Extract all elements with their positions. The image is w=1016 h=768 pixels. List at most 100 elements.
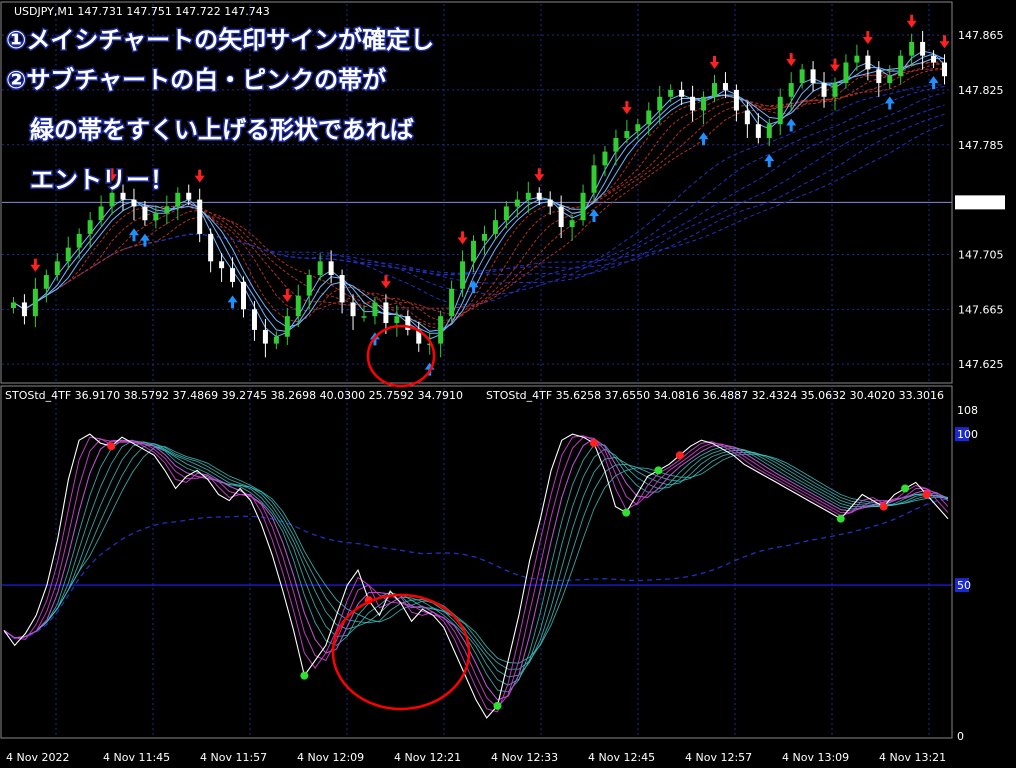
candle-body — [21, 302, 27, 317]
candle-body — [76, 233, 82, 248]
candle-body — [635, 124, 641, 132]
sub-y-tick-label: 50 — [957, 579, 971, 592]
candle-body — [328, 261, 334, 276]
x-tick-label: 4 Nov 12:33 — [491, 751, 558, 764]
y-tick-label: 147.743 — [958, 196, 1004, 209]
y-tick-label: 147.825 — [958, 84, 1004, 97]
candle-body — [931, 55, 937, 63]
sell-signal-dot — [879, 502, 888, 511]
sub-y-tick-label: 108 — [957, 404, 978, 417]
sell-signal-dot — [590, 439, 598, 448]
candle-body — [843, 62, 849, 84]
candle-body — [492, 220, 498, 234]
candle-body — [646, 110, 652, 125]
candle-body — [10, 302, 16, 308]
candle-body — [372, 302, 378, 317]
candle-body — [569, 220, 575, 228]
candle-body — [624, 131, 630, 138]
candle-body — [54, 261, 60, 276]
candle-body — [701, 96, 707, 111]
candle-body — [854, 55, 860, 63]
candle-body — [744, 110, 750, 125]
candle-body — [394, 316, 400, 324]
candle-body — [317, 261, 323, 276]
sub-y-tick-label: 100 — [957, 428, 978, 441]
candle-body — [547, 199, 553, 207]
candle-body — [306, 275, 312, 296]
candle-body — [87, 220, 93, 234]
candle-body — [668, 89, 674, 97]
candle-body — [536, 192, 542, 200]
candle-body — [208, 233, 214, 262]
y-tick-label: 147.785 — [958, 139, 1004, 152]
candle-body — [733, 89, 739, 111]
candle-body — [514, 199, 520, 207]
symbol-header: USDJPY,M1 147.731 147.751 147.722 147.74… — [14, 5, 270, 18]
candle-body — [43, 275, 49, 289]
y-tick-label: 147.665 — [958, 303, 1004, 316]
candle-body — [887, 76, 893, 84]
sub-y-tick-label: 0 — [957, 730, 964, 743]
x-tick-label: 4 Nov 12:57 — [685, 751, 752, 764]
candle-body — [197, 199, 203, 234]
candle-body — [920, 41, 926, 56]
candle-body — [865, 55, 871, 70]
candle-body — [230, 268, 236, 282]
candle-body — [679, 89, 685, 97]
candle-body — [109, 192, 115, 207]
x-tick-label: 4 Nov 12:09 — [297, 751, 364, 764]
candle-body — [186, 192, 192, 200]
price-chart: 147.865 147.825 147.785 147.743 147.705 147.6… — [0, 0, 1016, 768]
candle-body — [273, 336, 279, 344]
buy-signal-dot — [654, 466, 663, 475]
candle-body — [832, 83, 838, 97]
candle-body — [460, 261, 466, 289]
candle-body — [350, 302, 356, 317]
candle-body — [241, 281, 246, 310]
annotation-line-3: 緑の帯をすくい上げる形状であれば — [6, 116, 414, 144]
candle-body — [690, 96, 696, 111]
indicator-label-2: STOStd_4TF 35.6258 37.6550 34.0816 36.48… — [486, 389, 944, 402]
candle-body — [471, 240, 477, 262]
candle-body — [942, 62, 948, 77]
candle-body — [383, 302, 389, 324]
candle-body — [722, 83, 728, 90]
candle-body — [602, 151, 608, 166]
annotation-line-2: ②サブチャートの白・ピンクの帯が — [6, 66, 386, 94]
candle-body — [32, 288, 38, 317]
y-tick-label: 147.865 — [958, 29, 1004, 42]
candle-body — [438, 316, 444, 344]
candle-body — [876, 69, 882, 84]
candle-body — [219, 261, 225, 269]
candle-body — [821, 83, 827, 97]
x-tick-label: 4 Nov 2022 — [6, 751, 69, 764]
buy-signal-dot — [622, 508, 631, 517]
annotation-line-4: エントリー！ — [6, 166, 174, 194]
candle-body — [558, 206, 564, 228]
buy-signal-dot — [836, 514, 845, 523]
sell-signal-dot — [107, 442, 116, 451]
candle-body — [153, 213, 159, 221]
sell-signal-dot — [922, 490, 931, 499]
candle-body — [481, 233, 487, 241]
candle-body — [657, 96, 663, 111]
x-tick-label: 4 Nov 13:21 — [879, 751, 946, 764]
candle-body — [580, 192, 586, 221]
x-tick-label: 4 Nov 12:45 — [588, 751, 655, 764]
candle-body — [339, 275, 345, 303]
candle-body — [284, 316, 290, 337]
candle-body — [755, 124, 761, 138]
candle-body — [295, 295, 301, 317]
x-tick-label: 4 Nov 12:21 — [394, 751, 461, 764]
candle-body — [613, 137, 619, 152]
candle-body — [810, 69, 816, 84]
x-tick-label: 4 Nov 11:57 — [200, 751, 267, 764]
buy-signal-dot — [493, 701, 502, 710]
x-tick-label: 4 Nov 13:09 — [782, 751, 849, 764]
annotation-line-1: ①メイシチャートの矢印サインが確定し — [6, 26, 434, 54]
candle-body — [65, 247, 71, 262]
candle-body — [766, 124, 772, 138]
y-tick-label: 147.625 — [958, 358, 1004, 371]
candle-body — [591, 165, 597, 193]
buy-signal-dot — [901, 484, 910, 493]
